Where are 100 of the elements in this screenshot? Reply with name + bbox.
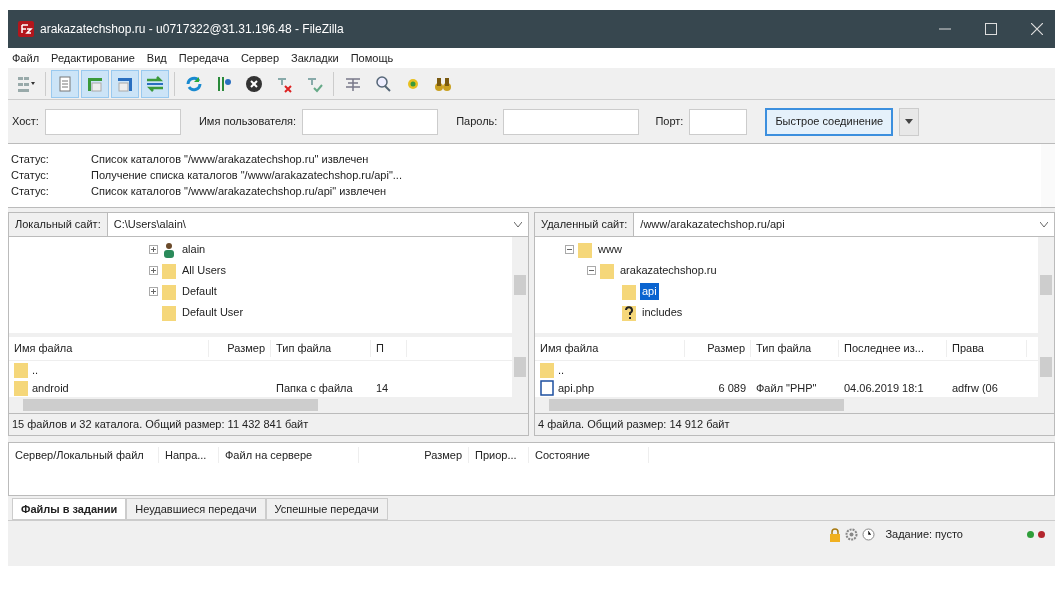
- dropdown-icon: [514, 222, 522, 227]
- port-field[interactable]: [689, 108, 748, 135]
- queue-status: Задание: пусто: [885, 527, 963, 543]
- folder-icon: [162, 262, 176, 279]
- horizontal-scrollbar[interactable]: [535, 397, 1054, 413]
- table-cell-text: ..: [32, 362, 39, 378]
- expand-icon[interactable]: [149, 266, 158, 275]
- clock-icon: [862, 528, 876, 541]
- window-title: arakazatechshop.ru - u0717322@31.31.196.48 - FileZilla: [40, 21, 344, 38]
- folder-icon: [162, 283, 176, 300]
- scrollbar[interactable]: [1038, 237, 1054, 333]
- table-cell-text: 6 089: [718, 380, 746, 396]
- column-header[interactable]: Последнее из...: [839, 340, 947, 357]
- column-header[interactable]: Сервер/Локальный файл: [9, 446, 159, 464]
- column-header[interactable]: Размер: [359, 446, 469, 464]
- menu-item[interactable]: Передача: [178, 49, 229, 67]
- tree-item[interactable]: Default: [180, 283, 219, 300]
- port-label: Порт:: [655, 114, 684, 130]
- log-label: Статус:: [11, 152, 50, 168]
- expand-icon[interactable]: [149, 287, 158, 296]
- log-label: Статус:: [11, 168, 50, 184]
- horizontal-scrollbar[interactable]: [9, 397, 528, 413]
- table-cell-text: android: [32, 380, 69, 396]
- password-label: Пароль:: [456, 114, 498, 130]
- tree-item[interactable]: Default User: [180, 304, 246, 321]
- tree-item[interactable]: arakazatechshop.ru: [618, 262, 719, 279]
- dropdown-icon: [1040, 222, 1048, 227]
- column-header[interactable]: Приор...: [469, 446, 529, 464]
- folder-icon: [578, 241, 592, 258]
- username-field[interactable]: [302, 108, 439, 135]
- path-field[interactable]: C:\Users\alain\: [107, 213, 528, 236]
- username-label: Имя пользователя:: [198, 114, 297, 130]
- tab[interactable]: Файлы в задании: [12, 498, 127, 520]
- tab[interactable]: Успешные передачи: [265, 498, 388, 520]
- menu-item[interactable]: Файл: [12, 49, 40, 67]
- menu-item[interactable]: Помощь: [350, 49, 394, 67]
- site-label: Локальный сайт:: [9, 213, 108, 236]
- host-field[interactable]: [44, 108, 181, 135]
- collapse-icon[interactable]: [587, 266, 596, 275]
- column-header[interactable]: Тип файла: [271, 340, 371, 357]
- maximize-icon[interactable]: [985, 23, 997, 35]
- host-label: Хост:: [12, 114, 39, 130]
- menu-item[interactable]: Закладки: [291, 49, 339, 67]
- folder-icon: [540, 362, 554, 378]
- column-header[interactable]: Размер: [209, 340, 271, 357]
- folder-icon: [14, 362, 28, 378]
- table-cell-text: Файл "PHP": [756, 380, 817, 396]
- transfer-icon: [145, 73, 165, 94]
- directory-summary: 15 файлов и 32 каталога. Общий размер: 11 432 841 байт: [12, 417, 309, 433]
- directory-summary: 4 файла. Общий размер: 14 912 байт: [538, 417, 730, 433]
- log-message: Список каталогов "/www/arakazatechshop.ru/api" извлечен: [91, 184, 387, 200]
- password-field[interactable]: [503, 108, 640, 135]
- question-folder-icon: [622, 304, 636, 321]
- column-header[interactable]: Имя файла: [535, 340, 685, 357]
- folder-icon: [162, 304, 176, 321]
- tree-item[interactable]: alain: [180, 241, 208, 258]
- log-label: Статус:: [11, 184, 50, 200]
- cancel-icon: [244, 73, 264, 94]
- table-cell-text: api.php: [558, 380, 595, 396]
- tree-item[interactable]: All Users: [180, 262, 228, 279]
- table-cell-text: 04.06.2019 18:1: [844, 380, 924, 396]
- column-header[interactable]: Размер: [685, 340, 751, 357]
- table-cell-text: Папка с файла: [276, 380, 353, 396]
- column-header[interactable]: Состояние: [529, 446, 649, 464]
- tab[interactable]: Неудавшиеся передачи: [126, 498, 266, 520]
- column-header[interactable]: П: [371, 340, 407, 357]
- path-field[interactable]: /www/arakazatechshop.ru/api: [634, 213, 1054, 236]
- log-message: Получение списка каталогов "/www/arakazatechshop.ru/api"...: [91, 168, 402, 184]
- table-cell-text: adfrw (06: [952, 380, 998, 396]
- collapse-icon[interactable]: [565, 245, 574, 254]
- gear-icon: [845, 528, 859, 541]
- column-header[interactable]: Файл на сервере: [219, 446, 359, 464]
- quickconnect-button[interactable]: Быстрое соединение: [765, 107, 894, 136]
- dropdown-button[interactable]: [899, 107, 920, 136]
- column-header[interactable]: Напра...: [159, 446, 219, 464]
- tree-item[interactable]: www: [596, 241, 624, 258]
- table-cell-text: 14: [376, 380, 389, 396]
- menu-item[interactable]: Вид: [146, 49, 167, 67]
- folder-icon: [14, 380, 28, 396]
- magnifier-icon: [373, 73, 393, 94]
- scrollbar[interactable]: [512, 237, 528, 333]
- log-message: Список каталогов "/www/arakazatechshop.ru" извлечен: [91, 152, 369, 168]
- column-header[interactable]: Тип файла: [751, 340, 839, 357]
- lock-icon: [829, 527, 842, 542]
- folder-icon: [600, 262, 614, 279]
- folder-icon: [622, 283, 636, 300]
- app-logo-icon: [18, 21, 34, 37]
- menu-item[interactable]: Редактирование: [51, 49, 135, 67]
- scrollbar[interactable]: [1041, 144, 1055, 207]
- user-icon: [162, 241, 176, 258]
- close-icon[interactable]: [1031, 23, 1043, 35]
- file-icon: [540, 380, 554, 396]
- column-header[interactable]: Имя файла: [9, 340, 209, 357]
- menu-item[interactable]: Сервер: [240, 49, 280, 67]
- table-cell-text: ..: [558, 362, 565, 378]
- expand-icon[interactable]: [149, 245, 158, 254]
- tree-item[interactable]: includes: [640, 304, 685, 321]
- column-header[interactable]: Права: [947, 340, 1027, 357]
- caret-icon: [905, 119, 914, 124]
- tree-item[interactable]: api: [640, 283, 659, 300]
